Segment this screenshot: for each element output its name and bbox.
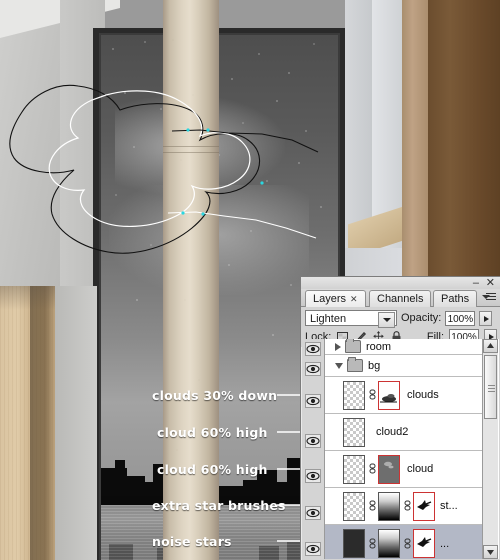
tab-paths[interactable]: Paths — [433, 290, 478, 307]
scrollbar-thumb[interactable] — [484, 355, 497, 419]
layer-name: cloud — [407, 463, 434, 475]
tab-layers-label: Layers — [313, 293, 347, 305]
tab-layers[interactable]: Layers ✕ — [305, 290, 366, 307]
link-icon[interactable] — [404, 499, 411, 513]
eye-icon[interactable] — [305, 342, 321, 356]
visibility-column — [302, 339, 325, 559]
gradient-mask-thumbnail[interactable] — [378, 529, 400, 558]
layer-mask-thumbnail[interactable] — [378, 454, 400, 484]
tab-paths-label: Paths — [441, 293, 470, 305]
eye-icon[interactable] — [305, 542, 321, 556]
chevron-down-icon[interactable] — [378, 312, 395, 328]
annotation-label: extra star brushes — [152, 498, 286, 513]
layer-rows: room bg clouds cloud2 cloud st... ... — [325, 339, 483, 559]
column-seam-upper — [163, 146, 219, 147]
tab-channels-label: Channels — [377, 293, 424, 305]
table-row[interactable]: cloud — [325, 451, 483, 488]
layer-name: st... — [440, 500, 458, 512]
minimize-icon[interactable]: – — [473, 278, 479, 289]
close-icon[interactable]: ✕ — [486, 278, 495, 289]
gradient-mask-thumbnail[interactable] — [378, 491, 400, 521]
door-recess-shadow — [30, 286, 56, 560]
layer-thumbnail[interactable] — [343, 380, 365, 410]
blend-opacity-row: Lighten Opacity: 100% — [301, 307, 500, 328]
eye-icon[interactable] — [305, 469, 321, 483]
opacity-label: Opacity: — [401, 312, 442, 324]
layer-mask-thumbnail[interactable] — [413, 491, 435, 521]
table-row[interactable]: ... — [325, 525, 483, 559]
link-icon[interactable] — [369, 537, 376, 551]
table-row[interactable]: clouds — [325, 377, 483, 414]
link-icon[interactable] — [369, 499, 376, 513]
eye-icon[interactable] — [305, 506, 321, 520]
panel-menu-icon[interactable] — [482, 291, 498, 304]
layer-name: ... — [440, 537, 450, 550]
panel-titlebar: – ✕ — [301, 277, 500, 289]
eye-icon[interactable] — [305, 434, 321, 448]
scroll-down-button[interactable] — [483, 545, 498, 559]
layer-name: room — [366, 340, 392, 353]
annotation-label: cloud 60% high — [157, 462, 268, 477]
scroll-up-button[interactable] — [483, 339, 498, 353]
blend-mode-value: Lighten — [310, 313, 347, 325]
layer-mask-thumbnail[interactable] — [413, 529, 435, 558]
column-seam-lower — [163, 152, 219, 153]
eye-icon[interactable] — [305, 394, 321, 408]
layer-thumbnail[interactable] — [343, 491, 365, 521]
opacity-stepper[interactable] — [479, 310, 493, 326]
panel-tabs: Layers ✕ Channels Paths — [301, 289, 500, 307]
layer-mask-thumbnail[interactable] — [378, 380, 400, 410]
link-icon[interactable] — [369, 462, 376, 476]
annotation-label: noise stars — [152, 534, 232, 549]
folder-icon — [345, 339, 361, 353]
layer-name: clouds — [407, 389, 439, 401]
table-row[interactable]: st... — [325, 488, 483, 525]
table-row[interactable]: room — [325, 339, 483, 355]
layers-list[interactable]: room bg clouds cloud2 cloud st... ... — [302, 339, 499, 559]
link-icon[interactable] — [404, 537, 411, 551]
photoshop-screenshot: clouds 30% down cloud 60% high cloud 60%… — [0, 0, 500, 560]
folder-icon — [347, 357, 363, 372]
table-row[interactable]: cloud2 — [325, 414, 483, 451]
annotation-label: cloud 60% high — [157, 425, 268, 440]
tab-close-icon[interactable]: ✕ — [350, 294, 358, 304]
eye-icon[interactable] — [305, 362, 321, 376]
table-row[interactable]: bg — [325, 355, 483, 377]
layers-panel[interactable]: – ✕ Layers ✕ Channels Paths Lighten Opaci… — [300, 276, 500, 560]
layer-thumbnail[interactable] — [343, 417, 365, 447]
opacity-input[interactable]: 100% — [445, 310, 476, 326]
layers-scrollbar[interactable] — [482, 339, 498, 559]
tab-channels[interactable]: Channels — [369, 290, 432, 307]
layer-thumbnail[interactable] — [343, 454, 365, 484]
chevron-down-icon[interactable] — [335, 362, 343, 369]
annotation-label: clouds 30% down — [152, 388, 278, 403]
wall-left-lower — [55, 286, 97, 560]
link-icon[interactable] — [369, 388, 376, 402]
layer-name: bg — [368, 359, 381, 372]
blend-mode-select[interactable]: Lighten — [305, 310, 397, 328]
layer-name: cloud2 — [376, 426, 409, 438]
layer-thumbnail[interactable] — [343, 529, 365, 558]
chevron-right-icon[interactable] — [335, 342, 341, 351]
